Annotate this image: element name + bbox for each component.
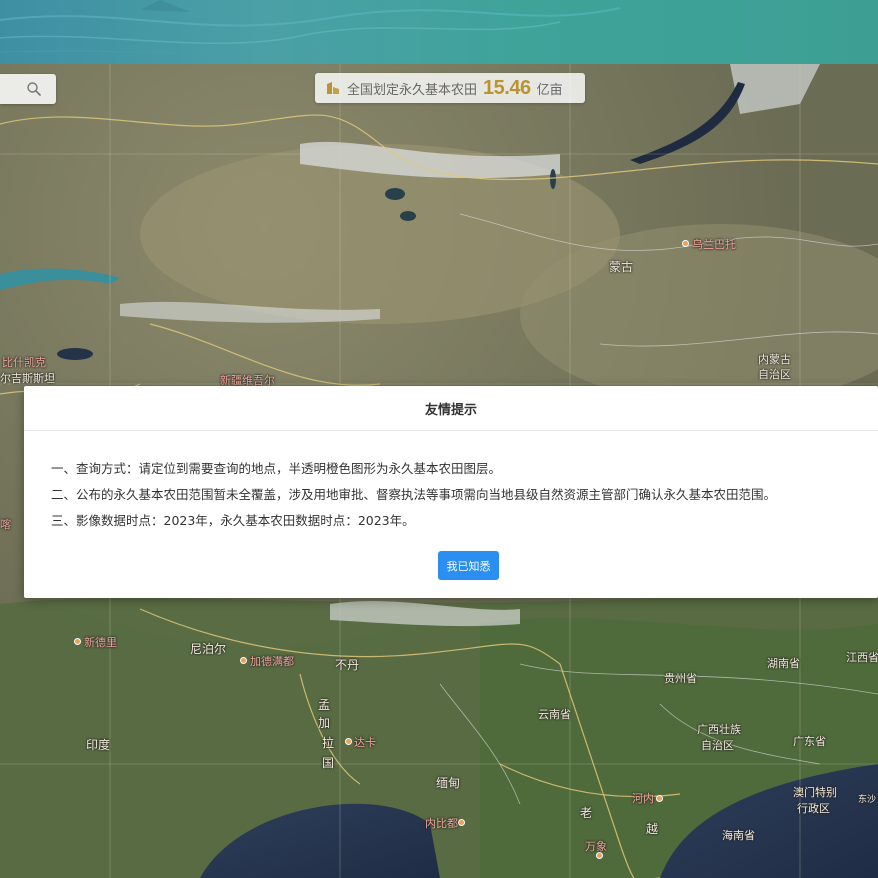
map-label-vientiane: 万象 xyxy=(585,840,607,853)
map-label-hainan: 海南省 xyxy=(722,829,755,842)
map-label-naypyidaw: 内比都 xyxy=(425,817,458,830)
page: 蒙古 乌兰巴托 内蒙古 自治区 比什凯克 尔吉斯斯坦 新疆维吾尔 喀 新德里 尼… xyxy=(0,0,878,878)
stat-unit: 亿亩 xyxy=(536,82,563,98)
notice-dialog: 友情提示 一、查询方式：请定位到需要查询的地点，半透明橙色图形为永久基本农田图层… xyxy=(24,386,878,598)
notice-line-2: 二、公布的永久基本农田范围暂未全覆盖，涉及用地审批、督察执法等事项需向当地县级自… xyxy=(51,487,777,502)
map-label-dhaka: 达卡 xyxy=(354,736,376,749)
map-label-bhutan: 不丹 xyxy=(335,658,360,672)
map-label-guangxi-2: 自治区 xyxy=(701,739,734,752)
map-label-india: 印度 xyxy=(86,738,111,752)
map-label-new-delhi: 新德里 xyxy=(84,636,117,649)
capital-marker xyxy=(74,638,81,645)
map-label-ulanbator: 乌兰巴托 xyxy=(692,238,736,251)
map-label-kyrgyzstan: 尔吉斯斯坦 xyxy=(0,372,55,385)
map-label-hunan: 湖南省 xyxy=(767,657,800,670)
map-label-mongolia: 蒙古 xyxy=(609,260,634,274)
search-icon[interactable] xyxy=(26,81,42,97)
map-label-myanmar: 缅甸 xyxy=(436,776,461,790)
search-box[interactable] xyxy=(0,74,56,104)
map-label-vietnam: 越 xyxy=(646,822,659,836)
map-label-guangdong: 广东省 xyxy=(793,735,826,748)
acknowledge-button[interactable]: 我已知悉 xyxy=(438,551,499,580)
capital-marker xyxy=(345,738,352,745)
map-label-bangladesh-3: 拉 xyxy=(322,736,335,750)
notice-line-3: 三、影像数据时点：2023年，永久基本农田数据时点：2023年。 xyxy=(51,513,415,528)
map-label-macau-2: 行政区 xyxy=(797,802,830,815)
map-label-guizhou: 贵州省 xyxy=(664,672,697,685)
farmland-icon xyxy=(327,82,339,94)
map-label-inner-mongolia-2: 自治区 xyxy=(758,368,791,381)
map-label-inner-mongolia: 内蒙古 xyxy=(758,353,791,366)
capital-marker xyxy=(240,657,247,664)
stat-prefix: 全国划定永久基本农田 xyxy=(347,82,478,98)
map-label-macau: 澳门特别 xyxy=(793,786,837,799)
farmland-stat-pill: 全国划定永久基本农田 15.46 亿亩 xyxy=(315,73,585,103)
notice-line-1: 一、查询方式：请定位到需要查询的地点，半透明橙色图形为永久基本农田图层。 xyxy=(51,461,502,476)
capital-marker xyxy=(656,795,663,802)
map-label-guangxi: 广西壮族 xyxy=(697,723,741,736)
map-label-nepal: 尼泊尔 xyxy=(190,642,227,656)
map-label-hanoi: 河内 xyxy=(632,792,654,805)
capital-marker xyxy=(682,240,689,247)
header-banner xyxy=(0,0,878,64)
map-label-bishkek: 比什凯克 xyxy=(2,356,46,369)
map-label-laos: 老 xyxy=(580,806,593,820)
dialog-title: 友情提示 xyxy=(24,386,878,431)
capital-marker xyxy=(458,819,465,826)
map-label-bangladesh-2: 加 xyxy=(318,716,331,730)
map-label-left-edge: 喀 xyxy=(0,518,11,531)
map-label-bangladesh-1: 孟 xyxy=(318,698,331,712)
map-label-bangladesh-4: 国 xyxy=(322,756,335,770)
map-label-kathmandu: 加德满都 xyxy=(250,655,294,668)
map-label-jiangxi: 江西省 xyxy=(846,651,878,664)
map-label-dongsha: 东沙 xyxy=(858,795,877,805)
map-label-yunnan: 云南省 xyxy=(538,708,571,721)
stat-value: 15.46 xyxy=(483,76,531,99)
banner-decoration xyxy=(0,0,621,55)
